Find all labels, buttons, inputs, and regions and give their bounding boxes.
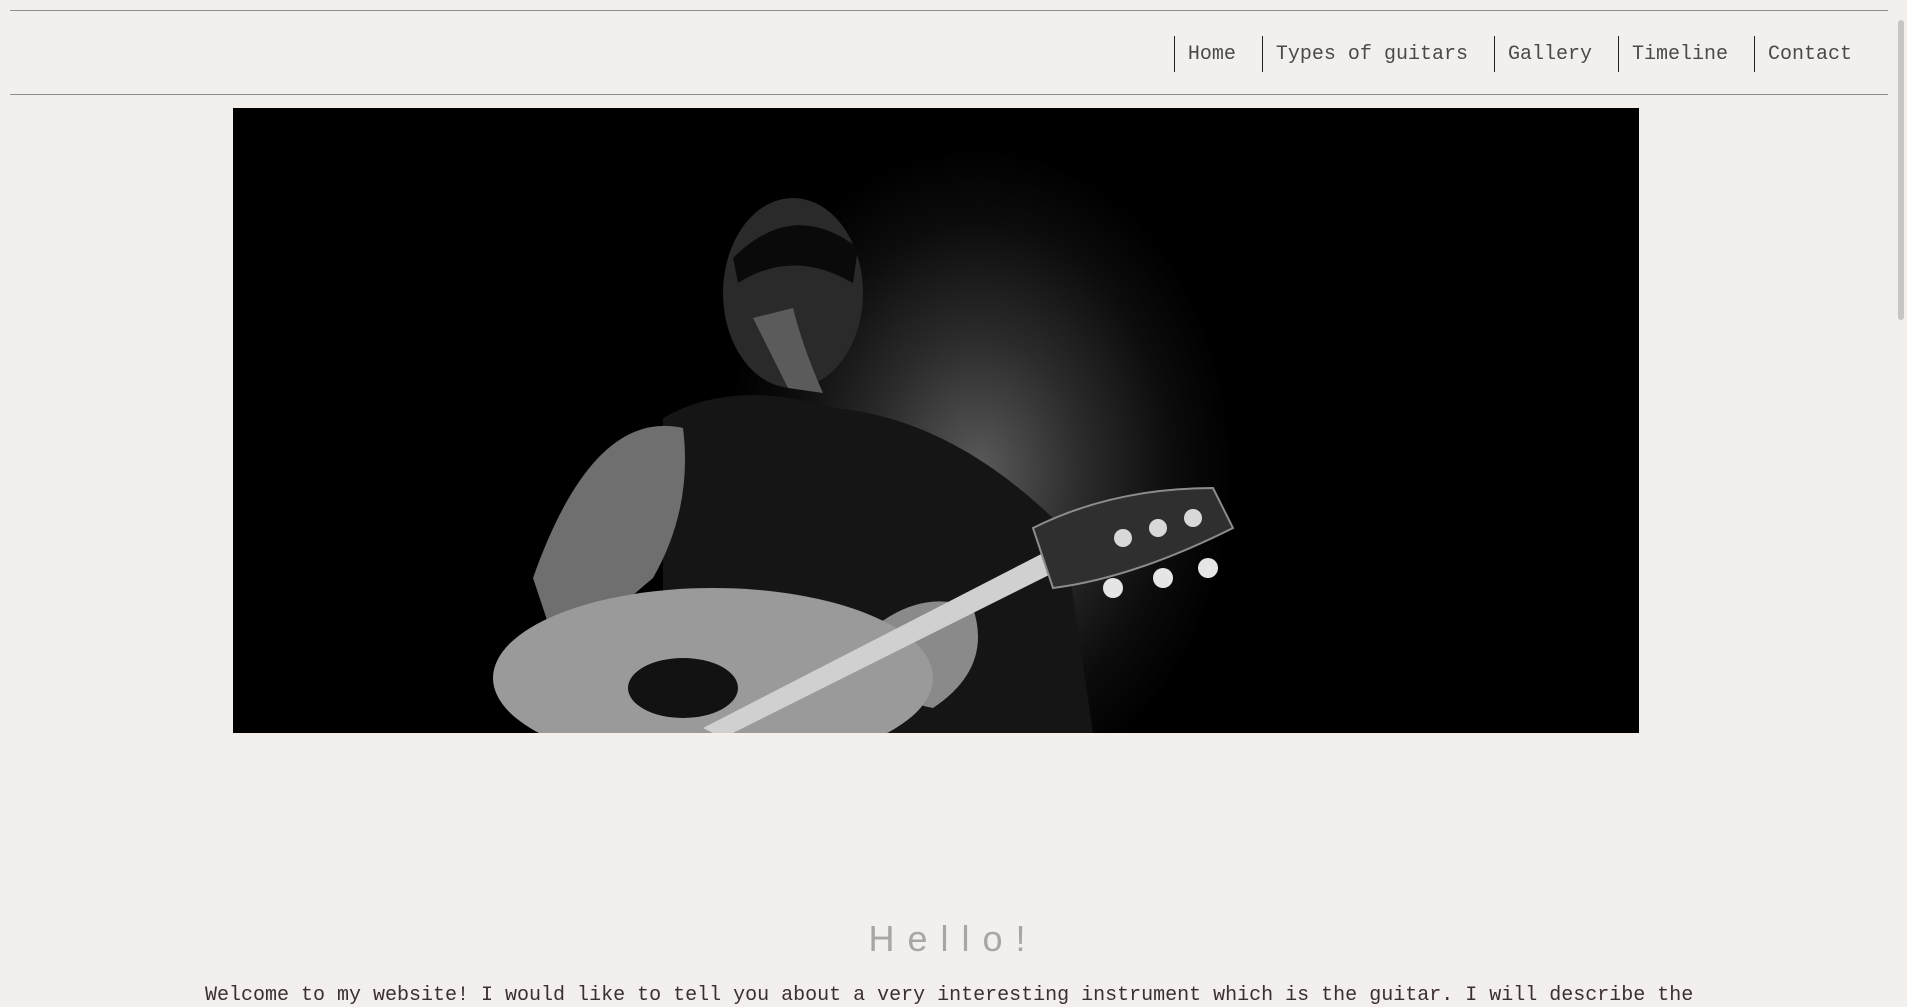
intro-paragraph: Welcome to my website! I would like to t… (205, 984, 1694, 1007)
page-heading: Hello! (868, 918, 1039, 959)
nav-item-gallery[interactable]: Gallery (1493, 36, 1618, 72)
nav-item-contact[interactable]: Contact (1753, 36, 1878, 72)
nav-item-types-of-guitars[interactable]: Types of guitars (1261, 36, 1494, 72)
nav-menu: Home Types of guitars Gallery Timeline C… (1173, 35, 1878, 73)
top-navigation: Home Types of guitars Gallery Timeline C… (10, 10, 1888, 95)
scrollbar-thumb[interactable] (1898, 20, 1904, 320)
vertical-scrollbar[interactable] (1893, 0, 1907, 1005)
nav-item-home[interactable]: Home (1173, 36, 1262, 72)
hero-image (233, 108, 1639, 733)
guitarist-photo (493, 198, 1235, 733)
nav-item-timeline[interactable]: Timeline (1617, 36, 1754, 72)
